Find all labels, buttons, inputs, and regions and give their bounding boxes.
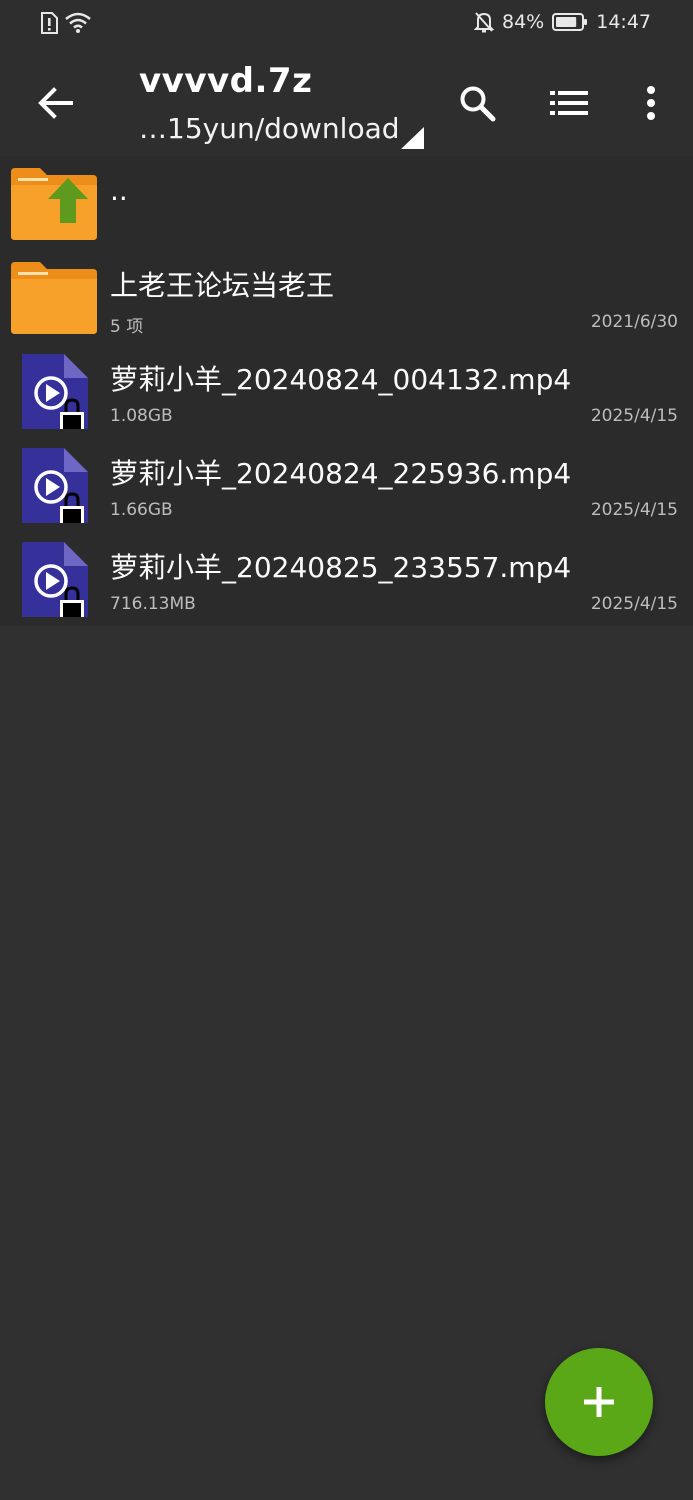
archive-title: vvvvd.7z (139, 61, 313, 101)
more-options-button[interactable] (626, 78, 676, 128)
folder-row[interactable]: 上老王论坛当老王 5 项 2021/6/30 (0, 250, 693, 344)
add-fab-button[interactable] (545, 1348, 653, 1456)
current-path[interactable]: …15yun/download (139, 112, 400, 145)
file-date: 2025/4/15 (590, 406, 678, 426)
wifi-icon (65, 12, 91, 33)
status-bar: 84% 14:47 (0, 0, 693, 48)
file-name: 萝莉小羊_20240824_225936.mp4 (110, 457, 572, 490)
clock: 14:47 (596, 11, 651, 33)
dropdown-triangle-icon[interactable] (401, 127, 425, 149)
search-button[interactable] (452, 78, 502, 128)
battery-percent: 84% (502, 11, 545, 33)
parent-directory-row[interactable]: .. (0, 156, 693, 250)
battery-icon (552, 13, 588, 31)
file-name: 萝莉小羊_20240825_233557.mp4 (110, 551, 572, 584)
plus-icon (584, 1387, 614, 1417)
more-vert-icon (647, 86, 655, 120)
video-file-row[interactable]: 萝莉小羊_20240825_233557.mp4 716.13MB 2025/4… (0, 532, 693, 626)
file-size: 1.08GB (110, 406, 173, 426)
file-size: 716.13MB (110, 594, 196, 614)
video-file-row[interactable]: 萝莉小羊_20240824_004132.mp4 1.08GB 2025/4/1… (0, 344, 693, 438)
notifications-off-icon (474, 12, 494, 33)
file-name: 萝莉小羊_20240824_004132.mp4 (110, 363, 572, 396)
locked-video-file-icon (22, 354, 88, 429)
file-name: 上老王论坛当老王 (110, 269, 335, 302)
list-view-icon (550, 91, 588, 115)
back-button[interactable] (30, 82, 80, 124)
folder-icon (11, 262, 97, 334)
back-arrow-icon (38, 87, 73, 119)
file-name: .. (110, 174, 128, 207)
locked-video-file-icon (22, 542, 88, 617)
locked-video-file-icon (22, 448, 88, 523)
file-date: 2025/4/15 (590, 500, 678, 520)
sim-alert-icon (41, 12, 58, 34)
status-right: 84% 14:47 (474, 11, 651, 33)
file-size: 1.66GB (110, 500, 173, 520)
file-meta: 5 项 (110, 317, 144, 337)
search-icon (460, 86, 496, 122)
folder-up-icon (11, 168, 97, 240)
list-view-button[interactable] (544, 78, 594, 128)
file-date: 2025/4/15 (590, 594, 678, 614)
file-list: .. 上老王论坛当老王 5 项 2021/6/30 萝莉小羊_20240824_… (0, 156, 693, 626)
status-left (40, 12, 92, 34)
video-file-row[interactable]: 萝莉小羊_20240824_225936.mp4 1.66GB 2025/4/1… (0, 438, 693, 532)
app-bar: vvvvd.7z …15yun/download (0, 48, 693, 156)
file-date: 2021/6/30 (590, 312, 678, 332)
